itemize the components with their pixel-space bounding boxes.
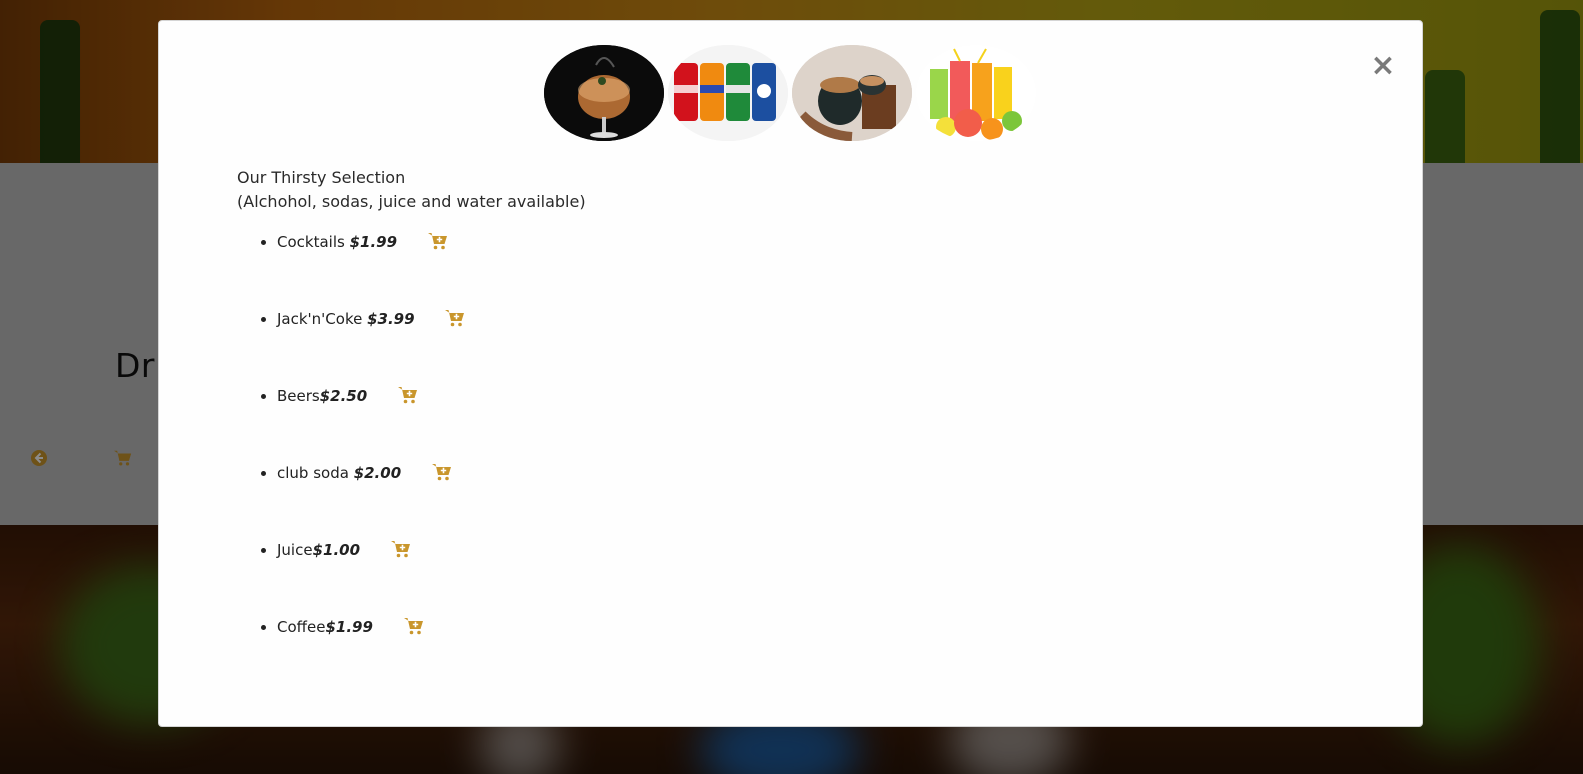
- drink-thumbnails: [544, 45, 1036, 141]
- add-to-cart-icon[interactable]: [445, 309, 465, 327]
- item-price: $2.50: [319, 387, 368, 405]
- close-button[interactable]: ×: [1370, 51, 1396, 85]
- list-item: Cocktails $1.99: [277, 231, 465, 308]
- menu-intro: Our Thirsty Selection (Alchohol, sodas, …: [237, 166, 586, 214]
- add-to-cart-icon[interactable]: [397, 386, 418, 404]
- list-item: Coffee$1.99: [277, 616, 465, 693]
- item-name: club soda: [277, 464, 354, 482]
- drinks-list: Cocktails $1.99 Jack'n'Coke $3.99 Beers$…: [257, 231, 465, 693]
- item-price: $2.00: [353, 464, 402, 482]
- add-to-cart-icon[interactable]: [403, 617, 424, 635]
- coffee-photo: [792, 45, 912, 141]
- add-to-cart-icon[interactable]: [390, 540, 411, 558]
- list-item: Juice$1.00: [277, 539, 465, 616]
- menu-heading: Our Thirsty Selection: [237, 168, 406, 187]
- add-to-cart-icon[interactable]: [427, 232, 448, 250]
- list-item: Beers$2.50: [277, 385, 465, 462]
- item-name: Cocktails: [277, 233, 350, 251]
- item-name: Coffee: [277, 618, 326, 636]
- list-item: club soda $2.00: [277, 462, 465, 539]
- item-price: $1.99: [325, 618, 373, 636]
- item-price: $1.99: [349, 233, 398, 251]
- add-to-cart-icon[interactable]: [431, 463, 452, 481]
- item-price: $3.99: [367, 310, 415, 328]
- item-name: Beers: [277, 387, 320, 405]
- menu-subheading: (Alchohol, sodas, juice and water availa…: [237, 192, 586, 211]
- item-price: $1.00: [312, 541, 361, 559]
- item-name: Juice: [277, 541, 313, 559]
- item-name: Jack'n'Coke: [277, 310, 368, 328]
- drinks-modal: × Our Thirsty Selection (Alchohol, sodas…: [158, 20, 1423, 727]
- cocktail-photo: [544, 45, 664, 141]
- list-item: Jack'n'Coke $3.99: [277, 308, 465, 385]
- juice-photo: [916, 45, 1036, 141]
- soda-cans-photo: [668, 45, 788, 141]
